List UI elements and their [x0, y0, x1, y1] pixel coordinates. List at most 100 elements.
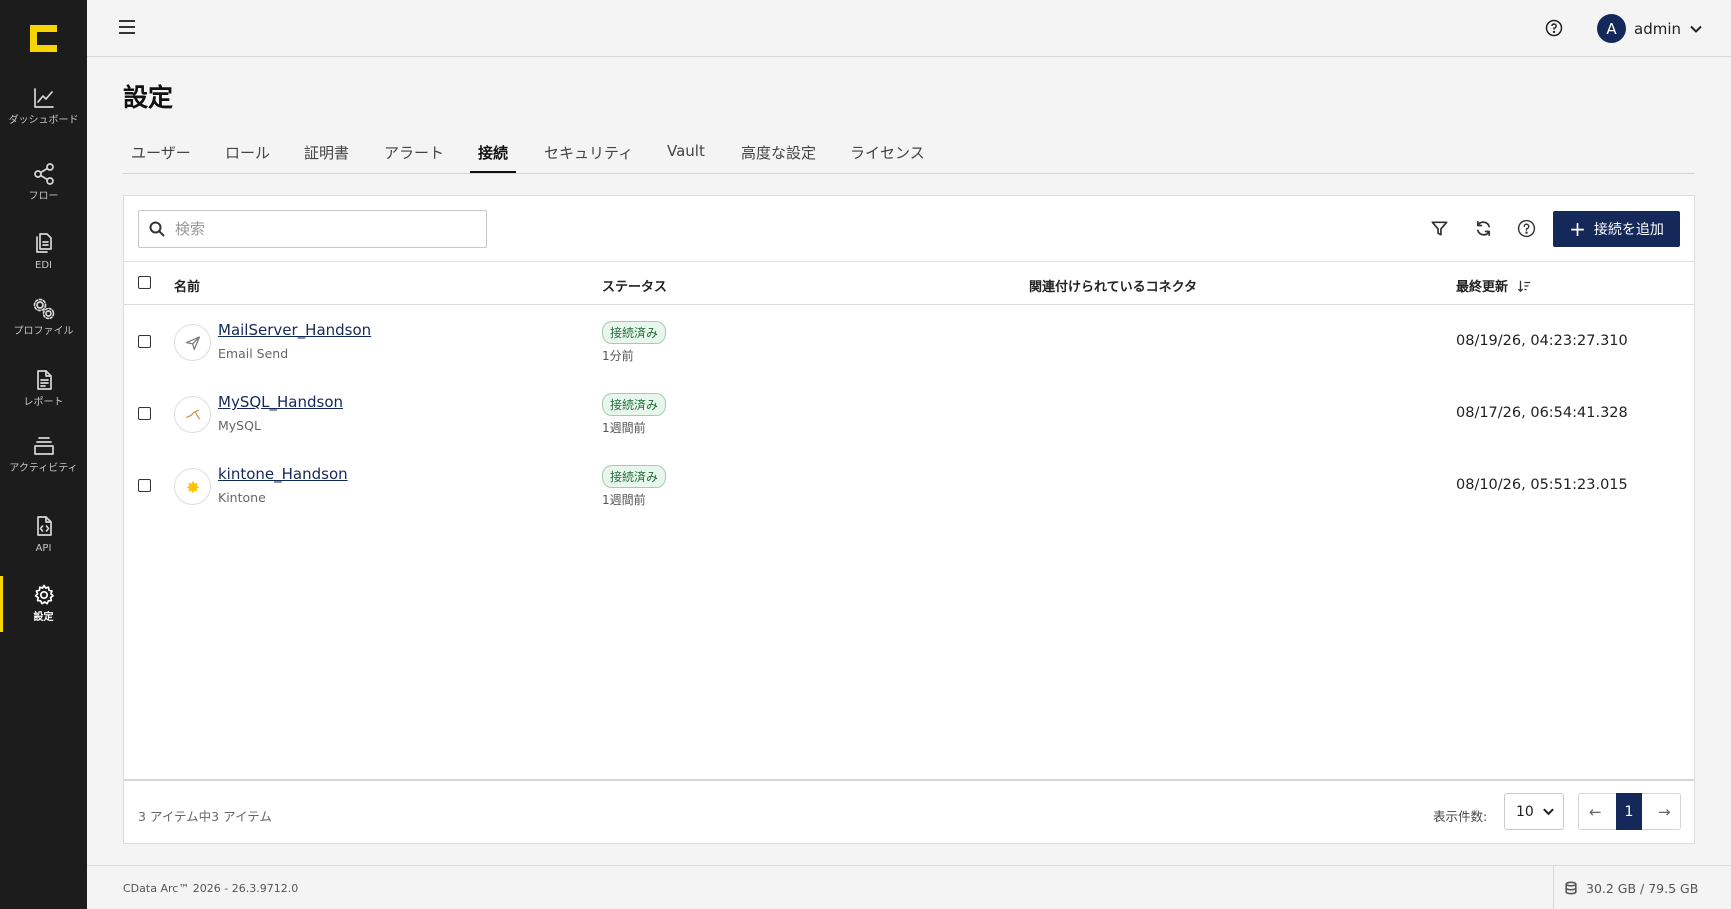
tab-advanced[interactable]: 高度な設定 [733, 142, 824, 173]
row-checkbox[interactable] [138, 407, 151, 420]
status-badge: 接続済み [602, 465, 667, 488]
connection-name-link[interactable]: MySQL_Handson [218, 393, 343, 411]
search-input[interactable] [175, 220, 475, 238]
connections-card: + 接続を追加 名前 ステータス 関連付けられているコネクタ 最終更新 Mail… [123, 195, 1695, 844]
pagination-bar: 3 アイテム中3 アイテム 表示件数: 10 ← 1 → [124, 779, 1694, 843]
sidebar-item-settings[interactable]: 設定 [0, 583, 87, 623]
help-icon[interactable] [1517, 219, 1536, 238]
add-connection-label: 接続を追加 [1593, 222, 1664, 238]
app-footer: CData Arc™ 2026 - 26.3.9712.0 30.2 GB / … [87, 865, 1731, 909]
status-relative-time: 1週間前 [602, 421, 646, 435]
sort-descending-icon[interactable] [1517, 279, 1531, 293]
help-icon[interactable] [1545, 19, 1563, 37]
refresh-icon[interactable] [1474, 219, 1493, 238]
storage-usage: 30.2 GB / 79.5 GB [1553, 866, 1698, 909]
gear-icon [34, 584, 54, 605]
activity-stack-icon [33, 437, 54, 455]
sidebar-item-activity[interactable]: アクティビティ [0, 434, 87, 474]
storage-text: 30.2 GB / 79.5 GB [1586, 880, 1699, 896]
column-header-name[interactable]: 名前 [174, 276, 200, 295]
tab-license[interactable]: ライセンス [842, 142, 933, 173]
chevron-down-icon [1542, 808, 1554, 816]
sidebar-item-label: アクティビティ [9, 463, 78, 474]
status-badge: 接続済み [602, 321, 667, 344]
search-box [138, 210, 487, 248]
sidebar-item-label: 設定 [33, 612, 54, 623]
sidebar-item-label: プロファイル [13, 326, 74, 337]
page-button-current[interactable]: 1 [1616, 793, 1642, 830]
table-header: 名前 ステータス 関連付けられているコネクタ 最終更新 [124, 261, 1694, 305]
connection-name-link[interactable]: MailServer_Handson [218, 321, 371, 339]
connection-name-link[interactable]: kintone_Handson [218, 465, 348, 483]
tab-alerts[interactable]: アラート [376, 142, 452, 173]
connection-type: Email Send [218, 346, 289, 361]
column-header-connectors[interactable]: 関連付けられているコネクタ [1029, 276, 1197, 295]
status-relative-time: 1分前 [602, 349, 634, 363]
per-page-select[interactable]: 10 [1504, 793, 1564, 830]
sidebar-item-dashboard[interactable]: ダッシュボード [0, 86, 87, 126]
sidebar-item-label: API [35, 543, 52, 554]
tab-roles[interactable]: ロール [217, 142, 278, 173]
next-page-arrow-icon[interactable]: → [1658, 803, 1671, 821]
item-count-summary: 3 アイテム中3 アイテム [138, 809, 272, 824]
sidebar-item-label: フロー [28, 191, 59, 202]
report-file-icon [36, 370, 52, 390]
api-file-icon [36, 516, 52, 536]
table-row[interactable]: MailServer_Handson Email Send 接続済み 1分前 0… [124, 306, 1694, 378]
sidebar-item-report[interactable]: レポート [0, 368, 87, 408]
status-relative-time: 1週間前 [602, 493, 646, 507]
tab-users[interactable]: ユーザー [123, 142, 199, 173]
settings-tabs: ユーザー ロール 証明書 アラート 接続 セキュリティ Vault 高度な設定 … [123, 138, 1695, 174]
tab-vault[interactable]: Vault [659, 142, 713, 173]
hamburger-menu-icon[interactable] [119, 20, 135, 36]
sidebar-item-label: レポート [23, 397, 64, 408]
tab-certificates[interactable]: 証明書 [296, 142, 357, 173]
cdata-logo-icon[interactable] [30, 25, 57, 52]
avatar: A [1597, 14, 1626, 43]
per-page-label: 表示件数: [1433, 809, 1488, 824]
kintone-logo-icon [174, 468, 211, 505]
sidebar-item-label: EDI [35, 260, 52, 271]
sidebar-item-profile[interactable]: プロファイル [0, 297, 87, 337]
database-icon [1565, 881, 1577, 895]
mysql-logo-icon [174, 396, 211, 433]
tab-connections[interactable]: 接続 [470, 142, 517, 173]
paper-plane-icon [174, 324, 211, 361]
page-title: 設定 [123, 83, 174, 112]
plus-icon: + [1569, 217, 1586, 241]
last-updated-value: 08/19/26, 04:23:27.310 [1456, 333, 1628, 349]
filter-icon[interactable] [1430, 219, 1449, 238]
sidebar: ダッシュボード フロー EDI プロファイル レポート アクティビティ API … [0, 0, 87, 909]
column-header-status[interactable]: ステータス [602, 276, 667, 295]
top-bar: A admin [87, 0, 1731, 57]
chevron-down-icon [1690, 25, 1702, 33]
chart-line-icon [33, 88, 54, 108]
version-text: CData Arc™ 2026 - 26.3.9712.0 [123, 882, 299, 895]
user-menu[interactable]: A admin [1597, 14, 1703, 43]
username: admin [1634, 19, 1681, 38]
pager: ← 1 → [1578, 793, 1681, 830]
gears-icon [33, 298, 54, 320]
tab-security[interactable]: セキュリティ [536, 142, 641, 173]
table-row[interactable]: kintone_Handson Kintone 接続済み 1週間前 08/10/… [124, 450, 1694, 522]
connection-type: Kintone [218, 490, 266, 505]
sidebar-item-api[interactable]: API [0, 514, 87, 554]
search-icon [149, 221, 165, 237]
sidebar-item-edi[interactable]: EDI [0, 231, 87, 271]
last-updated-value: 08/10/26, 05:51:23.015 [1456, 477, 1628, 493]
select-all-checkbox[interactable] [138, 276, 151, 289]
add-connection-button[interactable]: + 接続を追加 [1553, 211, 1680, 247]
column-header-label: 最終更新 [1456, 280, 1509, 295]
per-page-value: 10 [1516, 803, 1534, 820]
row-checkbox[interactable] [138, 335, 151, 348]
sidebar-item-flow[interactable]: フロー [0, 162, 87, 202]
column-header-last-updated[interactable]: 最終更新 [1456, 276, 1531, 295]
last-updated-value: 08/17/26, 06:54:41.328 [1456, 405, 1628, 421]
status-badge: 接続済み [602, 393, 667, 416]
documents-icon [35, 233, 52, 253]
table-row[interactable]: MySQL_Handson MySQL 接続済み 1週間前 08/17/26, … [124, 378, 1694, 450]
share-nodes-icon [33, 163, 54, 185]
previous-page-arrow-icon[interactable]: ← [1589, 803, 1602, 821]
sidebar-item-label: ダッシュボード [8, 115, 79, 126]
row-checkbox[interactable] [138, 479, 151, 492]
